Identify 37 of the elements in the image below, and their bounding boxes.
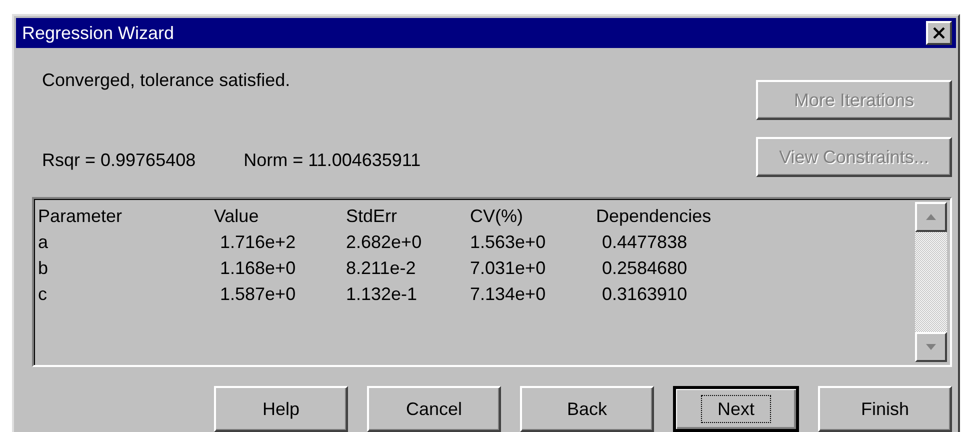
table-cell-text: 7.134e+0 bbox=[470, 284, 547, 304]
table-cell-text: 8.211e-2 bbox=[346, 258, 417, 278]
close-icon bbox=[932, 27, 946, 39]
column-header: StdErr bbox=[346, 206, 398, 226]
table-cell-text: 1.132e-1 bbox=[346, 284, 418, 304]
column-header: Dependencies bbox=[596, 206, 712, 226]
table-cell-text: 1.716e+2 bbox=[219, 232, 297, 252]
statistic-text: Rsqr = 0.99765408 bbox=[42, 150, 196, 171]
column-header: Value bbox=[214, 206, 260, 226]
scroll-up-button[interactable] bbox=[915, 202, 947, 232]
column-header: Parameter bbox=[38, 206, 124, 226]
table-cell-text: 1.168e+0 bbox=[219, 258, 297, 278]
dialog-button[interactable]: Help bbox=[214, 386, 348, 432]
dialog-button[interactable]: Finish bbox=[818, 386, 952, 432]
table-cell-text: 0.3163910 bbox=[601, 284, 688, 304]
column-header: CV(%) bbox=[470, 206, 524, 226]
table-cell-text: c bbox=[38, 284, 48, 304]
dialog-button[interactable]: Next bbox=[673, 386, 799, 432]
scroll-down-button[interactable] bbox=[915, 332, 947, 362]
close-button[interactable] bbox=[926, 21, 952, 45]
window-title: Regression Wizard bbox=[22, 22, 174, 44]
table-cell-text: 0.2584680 bbox=[601, 258, 688, 278]
status-message: Converged, tolerance satisfied. bbox=[42, 70, 292, 91]
results-list[interactable]: Parameter Value StdErr CV(%) Dependencies a 1.716e+2 2.682e+0 1.563e+0 0.4477838 b 1.168e+0 8.211e-2 7.031e+0 0.2584680 c 1.587e+0 1.132e-1 7.134e+0 0.3163910 bbox=[32, 197, 952, 367]
dialog-button[interactable]: Cancel bbox=[367, 386, 501, 432]
scrollbar[interactable] bbox=[915, 202, 947, 362]
table-cell-text: 1.563e+0 bbox=[470, 232, 547, 252]
down-arrow-icon bbox=[925, 343, 937, 351]
table-cell-text: 1.587e+0 bbox=[219, 284, 297, 304]
table-cell-text: 0.4477838 bbox=[601, 232, 688, 252]
dialog-button[interactable]: Back bbox=[520, 386, 654, 432]
table-cell-text: 2.682e+0 bbox=[346, 232, 423, 252]
table-cell-text: 7.031e+0 bbox=[470, 258, 547, 278]
table-cell-text: b bbox=[38, 258, 50, 278]
table-cell-text: a bbox=[38, 232, 50, 252]
up-arrow-icon bbox=[925, 213, 937, 221]
statistic-text: Norm = 11.004635911 bbox=[244, 150, 421, 171]
